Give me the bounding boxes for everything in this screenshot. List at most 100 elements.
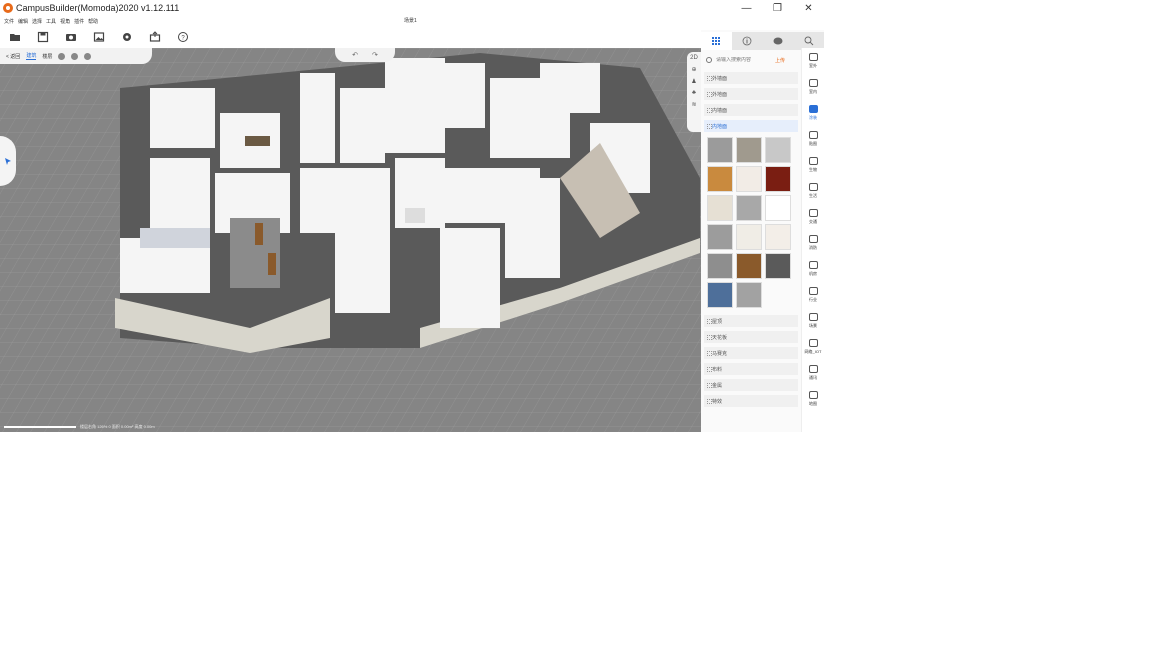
sidenav-item[interactable]: 生活 bbox=[802, 178, 824, 204]
material-swatch[interactable] bbox=[765, 137, 791, 163]
menu-bar: 文件 编辑 选择 工具 视角 插件 帮助 场景1 bbox=[0, 16, 824, 26]
tree-icon[interactable]: ♣ bbox=[689, 90, 699, 96]
menu-help[interactable]: 帮助 bbox=[88, 18, 98, 25]
sidenav-item[interactable]: 贴图 bbox=[802, 126, 824, 152]
image-icon bbox=[93, 32, 105, 42]
sidenav-item[interactable]: 机房 bbox=[802, 256, 824, 282]
material-swatch[interactable] bbox=[765, 253, 791, 279]
sidenav-item[interactable]: 场景 bbox=[802, 308, 824, 334]
material-swatch[interactable] bbox=[736, 195, 762, 221]
material-swatch[interactable] bbox=[736, 137, 762, 163]
category-exterior-wall[interactable]: 外墙面 bbox=[704, 72, 798, 84]
tab-floor[interactable]: 楼层 bbox=[42, 53, 52, 60]
material-swatch[interactable] bbox=[707, 253, 733, 279]
sidenav-label: 行业 bbox=[809, 297, 817, 302]
material-swatch[interactable] bbox=[707, 195, 733, 221]
sidenav-item[interactable]: 室外 bbox=[802, 48, 824, 74]
scene-name: 场景1 bbox=[404, 18, 417, 24]
eye-icon[interactable] bbox=[71, 52, 79, 60]
export-button[interactable] bbox=[148, 30, 162, 44]
menu-plugins[interactable]: 插件 bbox=[74, 18, 84, 25]
gear-icon bbox=[123, 33, 131, 41]
menu-file[interactable]: 文件 bbox=[4, 18, 14, 25]
material-swatch[interactable] bbox=[707, 224, 733, 250]
3d-viewport[interactable]: < 返回 建筑 楼层 ↶ ↷ 2D ⊕ ♟ ♣ ≋ 楼层右角 126% 0 面积… bbox=[0, 48, 701, 432]
floor-grid bbox=[0, 48, 701, 432]
material-swatch[interactable] bbox=[736, 166, 762, 192]
category-interior-wall[interactable]: 内墙面 bbox=[704, 104, 798, 116]
sidenav-label: 室外 bbox=[809, 63, 817, 68]
cube-icon bbox=[808, 313, 818, 321]
category-interior-floor[interactable]: 内地面 bbox=[704, 120, 798, 132]
upload-button[interactable]: 上传 bbox=[775, 57, 785, 64]
save-button[interactable] bbox=[36, 30, 50, 44]
sidenav-item[interactable]: 通讯 bbox=[802, 360, 824, 386]
redo-button[interactable]: ↷ bbox=[372, 51, 378, 59]
undo-button[interactable]: ↶ bbox=[352, 51, 358, 59]
category-mosaic[interactable]: 马赛克 bbox=[704, 347, 798, 359]
loading-bar bbox=[4, 426, 76, 428]
tab-library[interactable] bbox=[701, 32, 732, 50]
material-swatch[interactable] bbox=[765, 224, 791, 250]
sidenav-item[interactable]: 室内 bbox=[802, 74, 824, 100]
undo-redo-bar: ↶ ↷ bbox=[335, 48, 395, 62]
layers-icon[interactable]: ≋ bbox=[689, 101, 699, 108]
zoom-icon[interactable]: ⊕ bbox=[689, 66, 699, 73]
2d-toggle-button[interactable]: 2D bbox=[689, 55, 699, 61]
sidenav-item[interactable]: 涂装 bbox=[802, 100, 824, 126]
material-swatch[interactable] bbox=[765, 195, 791, 221]
menu-view[interactable]: 视角 bbox=[60, 18, 70, 25]
fire-icon bbox=[808, 235, 818, 243]
globe-icon[interactable] bbox=[58, 52, 66, 60]
category-ceiling[interactable]: 天花板 bbox=[704, 331, 798, 343]
material-swatch[interactable] bbox=[765, 166, 791, 192]
sidenav-item[interactable]: 行业 bbox=[802, 282, 824, 308]
sidenav-label: 网络_IOT bbox=[804, 349, 822, 354]
list-icon bbox=[808, 339, 818, 347]
status-text: 楼层右角 126% 0 面积 0.00m² 高度 0.00m bbox=[80, 424, 155, 429]
menu-tools[interactable]: 工具 bbox=[46, 18, 56, 25]
material-swatch[interactable] bbox=[707, 282, 733, 308]
category-list-bottom: 屋顶 天花板 马赛克 布料 金属 特效 bbox=[704, 315, 798, 411]
open-button[interactable] bbox=[8, 30, 22, 44]
tab-building[interactable]: 建筑 bbox=[26, 52, 37, 60]
image-button[interactable] bbox=[92, 30, 106, 44]
screenshot-button[interactable] bbox=[64, 30, 78, 44]
material-swatch[interactable] bbox=[707, 166, 733, 192]
tab-info[interactable] bbox=[732, 32, 763, 50]
search-input[interactable] bbox=[716, 57, 771, 63]
category-roof[interactable]: 屋顶 bbox=[704, 315, 798, 327]
material-swatch[interactable] bbox=[736, 224, 762, 250]
category-metal[interactable]: 金属 bbox=[704, 379, 798, 391]
sidenav-item[interactable]: 地图 bbox=[802, 386, 824, 412]
minimize-button[interactable]: — bbox=[731, 0, 762, 16]
back-button[interactable]: < 返回 bbox=[6, 53, 20, 60]
person-icon[interactable]: ♟ bbox=[689, 78, 699, 85]
help-button[interactable]: ? bbox=[176, 30, 190, 44]
material-swatch[interactable] bbox=[736, 253, 762, 279]
menu-select[interactable]: 选择 bbox=[32, 18, 42, 25]
trash-icon bbox=[808, 365, 818, 373]
tab-palette[interactable] bbox=[763, 32, 794, 50]
layer-icon[interactable] bbox=[84, 52, 92, 60]
sidenav-item[interactable]: 网络_IOT bbox=[802, 334, 824, 360]
sidenav-item[interactable]: 生物 bbox=[802, 152, 824, 178]
viewport-breadcrumb-bar: < 返回 建筑 楼层 bbox=[0, 48, 152, 64]
category-fabric[interactable]: 布料 bbox=[704, 363, 798, 375]
decal-icon bbox=[808, 131, 818, 139]
sidenav-label: 消防 bbox=[809, 245, 817, 250]
cursor-icon bbox=[5, 158, 11, 165]
material-swatch[interactable] bbox=[736, 282, 762, 308]
sidenav-item[interactable]: 交通 bbox=[802, 204, 824, 230]
category-exterior-floor[interactable]: 外地面 bbox=[704, 88, 798, 100]
menu-edit[interactable]: 编辑 bbox=[18, 18, 28, 25]
sidenav-label: 交通 bbox=[809, 219, 817, 224]
category-effects[interactable]: 特效 bbox=[704, 395, 798, 407]
settings-button[interactable] bbox=[120, 30, 134, 44]
building-icon bbox=[808, 53, 818, 61]
close-button[interactable]: ✕ bbox=[793, 0, 824, 16]
sidenav-item[interactable]: 消防 bbox=[802, 230, 824, 256]
restore-button[interactable]: ❐ bbox=[762, 0, 793, 16]
material-swatch[interactable] bbox=[707, 137, 733, 163]
sidenav-label: 贴图 bbox=[809, 141, 817, 146]
